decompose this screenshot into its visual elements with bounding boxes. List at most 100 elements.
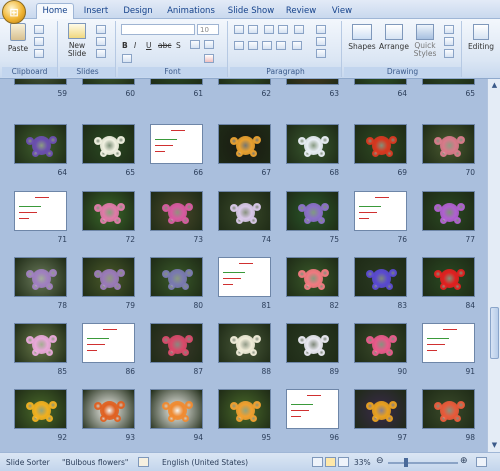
- slide-thumbnail[interactable]: [422, 124, 475, 164]
- slide-thumbnail[interactable]: [150, 257, 203, 297]
- slide-thumbnail[interactable]: [14, 323, 67, 363]
- cut-icon[interactable]: [34, 25, 44, 34]
- slide-sorter-pane[interactable]: 59 60 61 62 63 64 65 64 65 66 67 68 69 70 71 72 73 74 75 76…: [0, 79, 487, 452]
- slide-thumbnail[interactable]: [82, 79, 135, 85]
- spellcheck-icon[interactable]: [138, 457, 149, 467]
- scroll-down-arrow-icon[interactable]: ▼: [489, 440, 500, 451]
- shape-outline-icon[interactable]: [444, 37, 454, 46]
- increase-indent-icon[interactable]: [278, 25, 288, 34]
- slide-thumbnail[interactable]: [150, 191, 203, 231]
- copy-icon[interactable]: [34, 37, 44, 46]
- tab-review[interactable]: Review: [284, 4, 318, 19]
- shadow-button[interactable]: S: [176, 41, 181, 50]
- slide-thumbnail[interactable]: [14, 79, 67, 85]
- paste-button[interactable]: Paste: [6, 23, 30, 53]
- slide-thumbnail[interactable]: [354, 389, 407, 429]
- font-size-combo[interactable]: 10: [197, 24, 219, 35]
- slide-thumbnail[interactable]: [286, 124, 339, 164]
- zoom-slider-thumb[interactable]: [404, 458, 408, 467]
- vertical-scrollbar[interactable]: ▲ ▼: [487, 79, 500, 452]
- slide-thumbnail[interactable]: [218, 79, 271, 85]
- slide-thumbnail[interactable]: [422, 79, 475, 85]
- numbering-icon[interactable]: [248, 25, 258, 34]
- change-case-icon[interactable]: [204, 40, 214, 49]
- slide-thumbnail[interactable]: [82, 191, 135, 231]
- font-name-combo[interactable]: [121, 24, 195, 35]
- slide-thumbnail[interactable]: [354, 323, 407, 363]
- slide-thumbnail[interactable]: [14, 389, 67, 429]
- justify-icon[interactable]: [276, 41, 286, 50]
- align-text-icon[interactable]: [316, 37, 326, 46]
- slide-thumbnail[interactable]: [286, 191, 339, 231]
- align-left-icon[interactable]: [234, 41, 244, 50]
- slide-thumbnail[interactable]: [218, 124, 271, 164]
- strikethrough-button[interactable]: abc: [158, 41, 171, 50]
- shape-effects-icon[interactable]: [444, 49, 454, 58]
- slide-thumbnail[interactable]: [422, 191, 475, 231]
- align-right-icon[interactable]: [262, 41, 272, 50]
- slide-thumbnail[interactable]: [150, 389, 203, 429]
- slide-thumbnail[interactable]: [286, 79, 339, 85]
- layout-icon[interactable]: [96, 25, 106, 34]
- bold-button[interactable]: B: [122, 41, 128, 50]
- slide-thumbnail[interactable]: [82, 323, 135, 363]
- align-center-icon[interactable]: [248, 41, 258, 50]
- fit-to-window-icon[interactable]: [476, 457, 487, 467]
- arrange-button[interactable]: Arrange: [379, 24, 409, 51]
- slide-thumbnail[interactable]: [286, 257, 339, 297]
- slide-thumbnail[interactable]: [218, 389, 271, 429]
- delete-slide-icon[interactable]: [96, 49, 106, 58]
- zoom-slider[interactable]: [388, 462, 458, 464]
- spacing-icon[interactable]: [190, 40, 200, 49]
- reset-icon[interactable]: [96, 37, 106, 46]
- tab-insert[interactable]: Insert: [80, 4, 112, 19]
- slide-sorter-view-icon[interactable]: [325, 457, 336, 467]
- slide-thumbnail[interactable]: [218, 323, 271, 363]
- decrease-indent-icon[interactable]: [264, 25, 274, 34]
- font-color-icon[interactable]: [204, 54, 214, 63]
- slide-thumbnail[interactable]: [218, 257, 271, 297]
- slide-thumbnail[interactable]: [354, 79, 407, 85]
- scroll-up-arrow-icon[interactable]: ▲: [489, 80, 500, 91]
- zoom-out-icon[interactable]: ⊖: [376, 456, 384, 466]
- slide-thumbnail[interactable]: [422, 389, 475, 429]
- slide-thumbnail[interactable]: [82, 124, 135, 164]
- clear-format-icon[interactable]: [122, 54, 132, 63]
- line-spacing-icon[interactable]: [294, 25, 304, 34]
- tab-view[interactable]: View: [328, 4, 356, 19]
- editing-button[interactable]: Editing: [467, 24, 495, 51]
- shape-fill-icon[interactable]: [444, 25, 454, 34]
- scroll-thumb[interactable]: [490, 307, 499, 359]
- new-slide-button[interactable]: New Slide: [63, 23, 91, 58]
- smartart-icon[interactable]: [316, 49, 326, 58]
- bullets-icon[interactable]: [234, 25, 244, 34]
- normal-view-icon[interactable]: [312, 457, 323, 467]
- zoom-in-icon[interactable]: ⊕: [460, 456, 468, 466]
- slide-thumbnail[interactable]: [14, 191, 67, 231]
- quick-styles-button[interactable]: Quick Styles: [410, 24, 440, 58]
- zoom-level[interactable]: 33%: [354, 458, 371, 467]
- slide-thumbnail[interactable]: [286, 323, 339, 363]
- text-direction-icon[interactable]: [316, 25, 326, 34]
- italic-button[interactable]: I: [134, 41, 136, 50]
- language[interactable]: English (United States): [162, 458, 248, 467]
- slide-thumbnail[interactable]: [14, 257, 67, 297]
- slide-thumbnail[interactable]: [354, 257, 407, 297]
- office-button[interactable]: ⊞: [2, 0, 26, 24]
- format-painter-icon[interactable]: [34, 49, 44, 58]
- shapes-button[interactable]: Shapes: [347, 24, 377, 51]
- underline-button[interactable]: U: [146, 41, 152, 50]
- slide-thumbnail[interactable]: [82, 257, 135, 297]
- slide-thumbnail[interactable]: [82, 389, 135, 429]
- slide-thumbnail[interactable]: [14, 124, 67, 164]
- slide-thumbnail[interactable]: [286, 389, 339, 429]
- tab-design[interactable]: Design: [120, 4, 156, 19]
- tab-home[interactable]: Home: [36, 3, 74, 20]
- slide-thumbnail[interactable]: [150, 124, 203, 164]
- columns-icon[interactable]: [292, 41, 302, 50]
- slide-thumbnail[interactable]: [354, 191, 407, 231]
- slide-thumbnail[interactable]: [218, 191, 271, 231]
- tab-animations[interactable]: Animations: [166, 4, 216, 19]
- slide-thumbnail[interactable]: [422, 257, 475, 297]
- slide-thumbnail[interactable]: [150, 323, 203, 363]
